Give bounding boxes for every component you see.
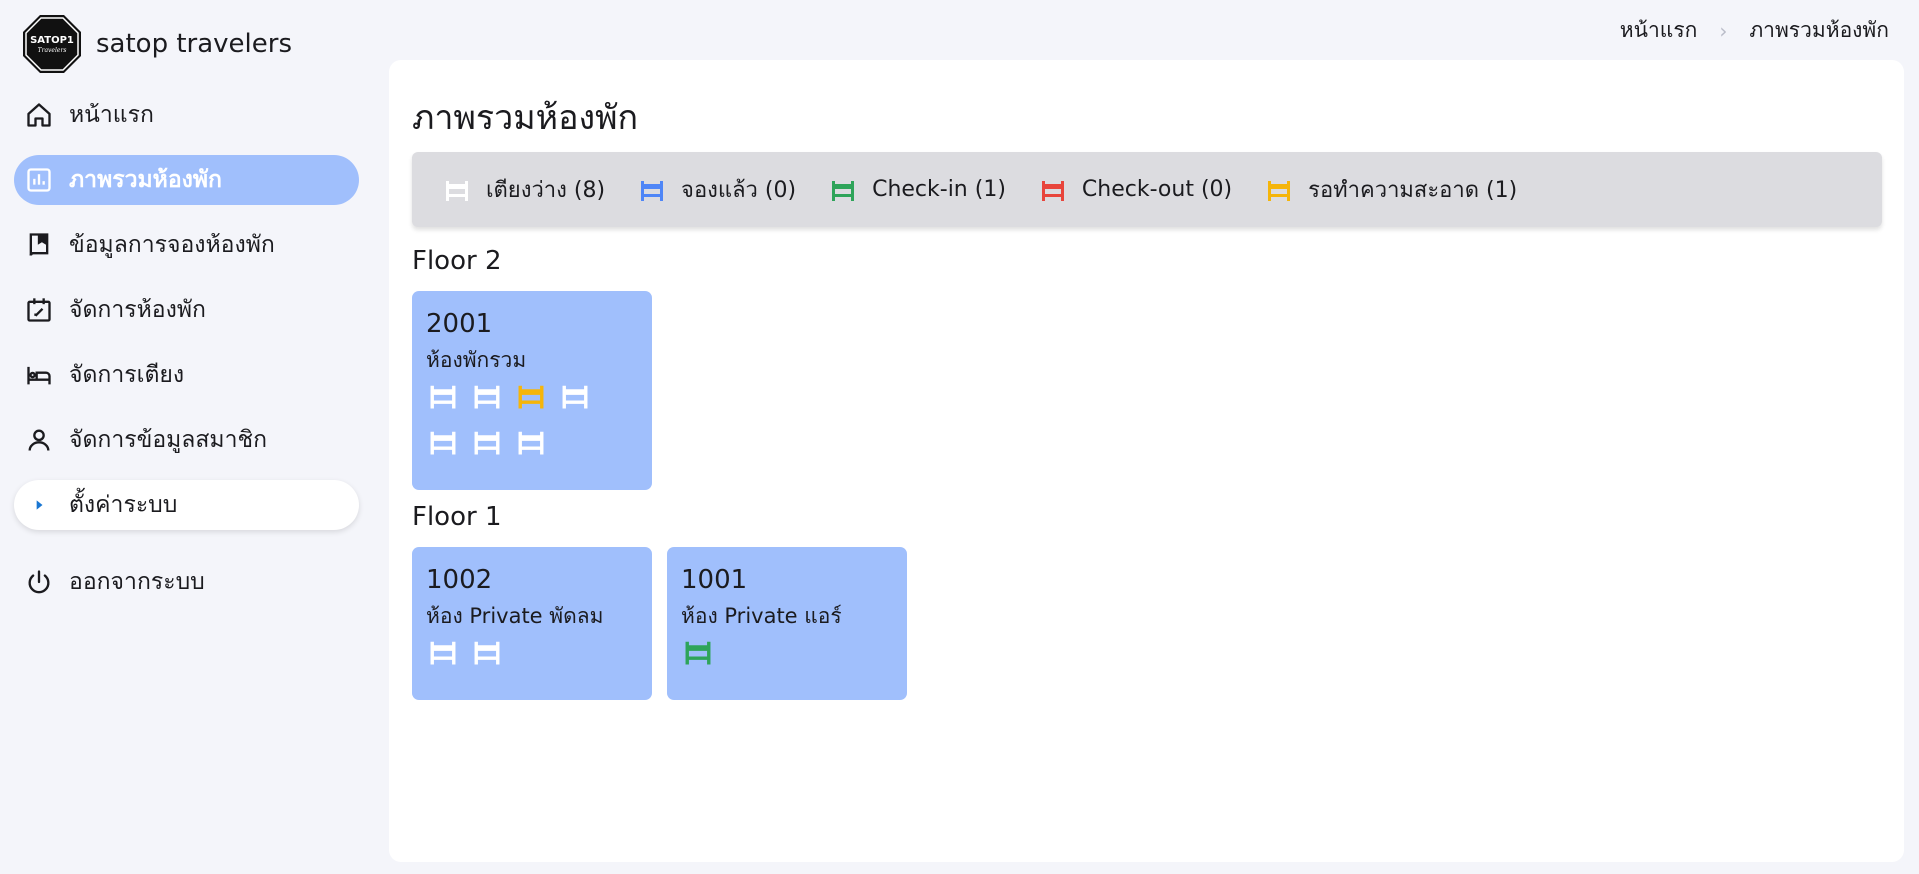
sidebar-item-label: จัดการเตียง [69,362,185,388]
sidebar-item-bookings[interactable]: ข้อมูลการจองห้องพัก [14,220,359,270]
sidebar-item-label: จัดการข้อมูลสมาชิก [69,427,268,453]
bed-free-icon[interactable] [470,379,504,413]
sidebar-item-label: ภาพรวมห้องพัก [69,167,222,193]
sidebar-item-room-overview[interactable]: ภาพรวมห้องพัก [14,155,359,205]
bed-icon [1268,180,1291,201]
chart-icon [24,165,54,195]
bed-list [681,635,871,681]
bed-icon [832,180,855,201]
bed-checkin-icon[interactable] [681,635,715,669]
legend-label: รอทำความสะอาด (1) [1308,178,1518,203]
logo-subtext: Travelers [38,47,67,54]
legend-label: Check-in (1) [872,177,1006,202]
sidebar-nav: หน้าแรก ภาพรวมห้องพัก ข้อมูลการจองห้องพั… [14,90,359,622]
bed-free-icon[interactable] [426,425,460,459]
bed-free-icon[interactable] [426,379,460,413]
bed-icon [24,360,54,390]
user-icon [24,425,54,455]
bed-icon [1041,180,1064,201]
legend-label: เตียงว่าง (8) [486,178,606,203]
room-number: 2001 [426,309,493,339]
room-number: 1001 [681,565,748,595]
logo-icon: SATOP1 Travelers [23,15,81,73]
floor-title: Floor 1 [412,502,502,532]
bed-free-icon[interactable] [470,635,504,669]
brand-name: satop travelers [96,29,293,59]
calendar-edit-icon [24,295,54,325]
sidebar-item-label: ตั้งค่าระบบ [69,492,178,518]
legend-item-checkout: Check-out (0) [1038,175,1232,205]
sidebar-item-manage-beds[interactable]: จัดการเตียง [14,350,359,400]
bed-list [426,379,616,471]
sidebar-item-settings[interactable]: ตั้งค่าระบบ [14,480,359,530]
chevron-right-icon: › [1719,18,1728,43]
bed-list [426,635,616,681]
logo-text: SATOP1 [30,35,74,46]
breadcrumb-home[interactable]: หน้าแรก [1620,14,1698,47]
sidebar-item-label: ออกจากระบบ [69,569,205,595]
breadcrumb-current: ภาพรวมห้องพัก [1749,18,1889,42]
bed-icon [641,180,664,201]
sidebar-item-label: ข้อมูลการจองห้องพัก [69,232,275,258]
power-icon [24,567,54,597]
sidebar-item-home[interactable]: หน้าแรก [14,90,359,140]
bed-status-legend: เตียงว่าง (8) จองแล้ว (0) Check-in (1) C… [412,152,1882,227]
bed-free-icon[interactable] [514,425,548,459]
sidebar: SATOP1 Travelers satop travelers หน้าแรก… [0,0,375,874]
sidebar-item-logout[interactable]: ออกจากระบบ [14,557,359,607]
legend-item-free: เตียงว่าง (8) [442,172,605,207]
caret-right-icon [24,490,54,520]
brand[interactable]: SATOP1 Travelers satop travelers [22,14,292,74]
page-title: ภาพรวมห้องพัก [412,98,639,138]
sidebar-item-manage-rooms[interactable]: จัดการห้องพัก [14,285,359,335]
bed-free-icon[interactable] [426,635,460,669]
room-number: 1002 [426,565,493,595]
home-icon [24,100,54,130]
legend-item-checkin: Check-in (1) [828,175,1006,205]
bed-free-icon[interactable] [558,379,592,413]
room-card[interactable]: 1002 ห้อง Private พัดลม [412,547,652,700]
room-card[interactable]: 2001 ห้องพักรวม [412,291,652,490]
room-type: ห้อง Private พัดลม [426,604,604,628]
sidebar-item-label: จัดการห้องพัก [69,297,206,323]
bed-free-icon[interactable] [470,425,504,459]
bed-icon [446,180,468,201]
room-type: ห้องพักรวม [426,348,527,372]
legend-item-cleaning: รอทำความสะอาด (1) [1264,172,1517,207]
room-type: ห้อง Private แอร์ [681,604,842,628]
room-card[interactable]: 1001 ห้อง Private แอร์ [667,547,907,700]
sidebar-item-label: หน้าแรก [69,102,154,128]
breadcrumb: หน้าแรก › ภาพรวมห้องพัก [1620,14,1889,47]
book-icon [24,230,54,260]
legend-label: Check-out (0) [1081,177,1233,202]
floor-title: Floor 2 [412,246,502,276]
app-root: SATOP1 Travelers satop travelers หน้าแรก… [0,0,1919,874]
bed-cleaning-icon[interactable] [514,379,548,413]
legend-item-booked: จองแล้ว (0) [637,172,796,207]
legend-label: จองแล้ว (0) [681,178,797,203]
main-content: ภาพรวมห้องพัก เตียงว่าง (8) จองแล้ว (0) … [389,60,1904,862]
sidebar-item-manage-members[interactable]: จัดการข้อมูลสมาชิก [14,415,359,465]
